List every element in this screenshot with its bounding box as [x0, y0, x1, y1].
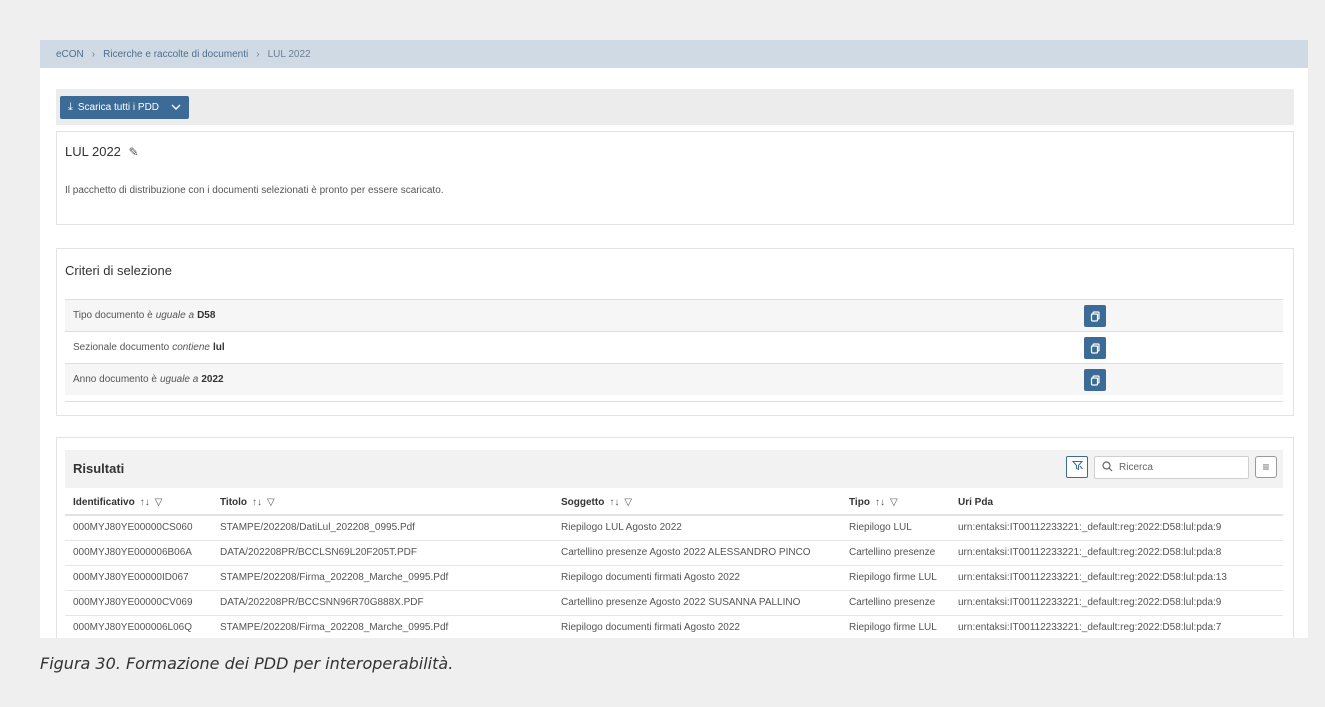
table-row[interactable]: 000MYJ80YE00000CS060 STAMPE/202208/DatiL…	[65, 515, 1283, 541]
cell-identificativo: 000MYJ80YE00000CV069	[65, 590, 212, 616]
cell-uri-pda: urn:entaksi:IT00112233221:_default:reg:2…	[950, 615, 1283, 638]
criteria-field: Anno documento è	[73, 374, 157, 385]
pencil-icon[interactable]: ✎	[129, 145, 139, 159]
copy-icon[interactable]	[1084, 305, 1106, 327]
sort-icon[interactable]: ↑↓	[609, 497, 619, 508]
breadcrumb-separator: ›	[256, 48, 260, 60]
cell-uri-pda: urn:entaksi:IT00112233221:_default:reg:2…	[950, 540, 1283, 566]
cell-identificativo: 000MYJ80YE00000CS060	[65, 515, 212, 541]
package-description: Il pacchetto di distribuzione con i docu…	[65, 185, 444, 196]
cell-titolo: STAMPE/202208/Firma_202208_Marche_0995.P…	[212, 615, 553, 638]
criteria-row: Tipo documento è uguale a D58	[65, 299, 1283, 331]
table-row[interactable]: 000MYJ80YE00000CV069 DATA/202208PR/BCCSN…	[65, 590, 1283, 616]
cell-uri-pda: urn:entaksi:IT00112233221:_default:reg:2…	[950, 515, 1283, 541]
search-icon	[1102, 460, 1113, 475]
table-header-row: Identificativo ↑↓ ▽ Titolo ↑↓ ▽ Soggetto ↑↓ ▽ …	[65, 490, 1283, 516]
results-table: Identificativo ↑↓ ▽ Titolo ↑↓ ▽ Soggetto ↑↓ ▽ …	[65, 490, 1283, 638]
cell-tipo: Riepilogo LUL	[841, 515, 950, 541]
copy-icon[interactable]	[1084, 369, 1106, 391]
column-header-identificativo[interactable]: Identificativo ↑↓ ▽	[65, 490, 212, 516]
cell-identificativo: 000MYJ80YE000006L06Q	[65, 615, 212, 638]
selection-criteria-card: Criteri di selezione Tipo documento è ug…	[56, 248, 1294, 416]
criteria-operator: uguale a	[159, 374, 199, 385]
criteria-field: Tipo documento è	[73, 310, 153, 321]
filter-slash-icon	[1071, 460, 1083, 474]
cell-soggetto: Riepilogo documenti firmati Agosto 2022	[553, 615, 841, 638]
sort-icon[interactable]: ↑↓	[140, 497, 150, 508]
search-input[interactable]	[1119, 462, 1239, 473]
figure-caption: Figura 30. Formazione dei PDD per intero…	[40, 654, 454, 673]
chevron-down-icon[interactable]	[171, 102, 181, 113]
cell-titolo: STAMPE/202208/DatiLul_202208_0995.Pdf	[212, 515, 553, 541]
breadcrumb-item-home[interactable]: eCON	[56, 49, 84, 60]
criteria-operator: uguale a	[155, 310, 195, 321]
download-all-pdd-label: Scarica tutti i PDD	[77, 101, 160, 113]
results-card: Risultati ≡ Identificativo↑↓▽ Titolo	[56, 437, 1294, 638]
search-input-wrapper	[1094, 456, 1249, 479]
breadcrumb-item-searches[interactable]: Ricerche e raccolte di documenti	[103, 49, 248, 60]
package-card: LUL 2022 ✎ Il pacchetto di distribuzione…	[56, 131, 1294, 225]
copy-icon[interactable]	[1084, 337, 1106, 359]
criteria-value: 2022	[201, 374, 224, 385]
table-row[interactable]: 000MYJ80YE00000ID067 STAMPE/202208/Firma…	[65, 565, 1283, 591]
breadcrumb-separator: ›	[91, 48, 96, 60]
criteria-operator: contiene	[172, 342, 210, 353]
table-row[interactable]: 000MYJ80YE000006B06A DATA/202208PR/BCCLS…	[65, 540, 1283, 566]
filter-icon[interactable]: ▽	[624, 497, 632, 508]
menu-icon: ≡	[1262, 460, 1270, 474]
cell-soggetto: Cartellino presenze Agosto 2022 SUSANNA …	[553, 590, 841, 616]
cell-tipo: Riepilogo firme LUL	[841, 615, 950, 638]
cell-soggetto: Cartellino presenze Agosto 2022 ALESSAND…	[553, 540, 841, 566]
criteria-title: Criteri di selezione	[65, 263, 172, 278]
cell-titolo: STAMPE/202208/Firma_202208_Marche_0995.P…	[212, 565, 553, 591]
filter-icon[interactable]: ▽	[155, 497, 163, 508]
table-row[interactable]: 000MYJ80YE000006L06Q STAMPE/202208/Firma…	[65, 615, 1283, 638]
cell-titolo: DATA/202208PR/BCCSNN96R70G888X.PDF	[212, 590, 553, 616]
cell-soggetto: Riepilogo documenti firmati Agosto 2022	[553, 565, 841, 591]
clear-filter-button[interactable]	[1066, 456, 1088, 478]
cell-identificativo: 000MYJ80YE00000ID067	[65, 565, 212, 591]
cell-uri-pda: urn:entaksi:IT00112233221:_default:reg:2…	[950, 590, 1283, 616]
cell-tipo: Riepilogo firme LUL	[841, 565, 950, 591]
column-header-tipo[interactable]: Tipo ↑↓ ▽	[841, 490, 950, 516]
cell-tipo: Cartellino presenze	[841, 590, 950, 616]
filter-icon[interactable]: ▽	[267, 497, 275, 508]
column-header-titolo[interactable]: Titolo ↑↓ ▽	[212, 490, 553, 516]
criteria-value: D58	[197, 310, 216, 321]
package-title-row: LUL 2022 ✎	[65, 144, 139, 159]
package-title: LUL 2022	[65, 144, 121, 159]
criteria-row: Anno documento è uguale a 2022	[65, 363, 1283, 395]
sort-icon[interactable]: ↑↓	[252, 497, 262, 508]
cell-tipo: Cartellino presenze	[841, 540, 950, 566]
download-icon: ⤓	[68, 100, 73, 113]
cell-titolo: DATA/202208PR/BCCLSN69L20F205T.PDF	[212, 540, 553, 566]
cell-identificativo: 000MYJ80YE000006B06A	[65, 540, 212, 566]
column-header-soggetto[interactable]: Soggetto ↑↓ ▽	[553, 490, 841, 516]
app-window: eCON › Ricerche e raccolte di documenti …	[40, 40, 1308, 638]
download-all-pdd-button[interactable]: ⤓ Scarica tutti i PDD	[60, 95, 190, 119]
columns-menu-button[interactable]: ≡	[1255, 456, 1277, 478]
results-title: Risultati	[73, 461, 125, 476]
column-header-uri-pda: Uri Pda	[950, 490, 1283, 516]
results-header: Risultati ≡	[65, 450, 1283, 488]
sort-icon[interactable]: ↑↓	[875, 497, 885, 508]
breadcrumb: eCON › Ricerche e raccolte di documenti …	[40, 40, 1308, 68]
cell-soggetto: Riepilogo LUL Agosto 2022	[553, 515, 841, 541]
toolbar: ⤓ Scarica tutti i PDD	[56, 89, 1294, 125]
criteria-value: lul	[213, 342, 225, 353]
criteria-divider	[65, 401, 1283, 402]
filter-icon[interactable]: ▽	[890, 497, 898, 508]
breadcrumb-item-current: LUL 2022	[267, 48, 311, 60]
cell-uri-pda: urn:entaksi:IT00112233221:_default:reg:2…	[950, 565, 1283, 591]
criteria-field: Sezionale documento	[73, 342, 170, 353]
criteria-row: Sezionale documento contiene lul	[65, 331, 1283, 363]
